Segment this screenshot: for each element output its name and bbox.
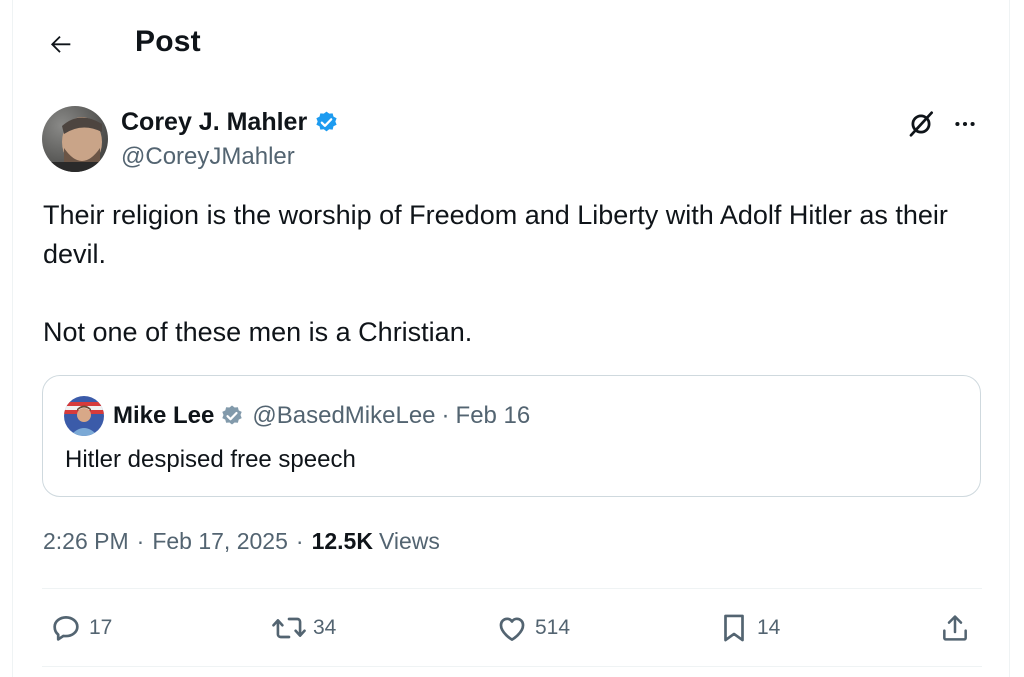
repost-count: 34 — [313, 616, 337, 639]
more-horizontal-icon — [955, 121, 975, 127]
reply-button[interactable]: 17 — [49, 608, 112, 648]
bookmark-icon — [724, 614, 744, 642]
post-time[interactable]: 2:26 PM — [43, 528, 129, 555]
divider — [42, 666, 982, 667]
post-meta: 2:26 PM · Feb 17, 2025 · 12.5K Views — [43, 528, 440, 555]
heart-icon — [499, 617, 525, 641]
back-button[interactable] — [43, 26, 79, 62]
post-text-paragraph: Not one of these men is a Christian. — [43, 317, 473, 347]
quoted-post-text: Hitler despised free speech — [65, 446, 356, 473]
separator-dot: · — [295, 528, 304, 554]
views-label: Views — [378, 528, 440, 554]
quoted-author-handle: @BasedMikeLee — [252, 402, 436, 429]
separator-dot: · — [441, 402, 450, 429]
author-name-text: Corey J. Mahler — [121, 108, 308, 136]
share-icon — [943, 615, 967, 641]
bookmark-count: 14 — [757, 616, 781, 639]
like-button[interactable]: 514 — [495, 608, 570, 648]
divider — [42, 588, 982, 589]
author-handle[interactable]: @CoreyJMahler — [121, 143, 295, 171]
reply-count: 17 — [89, 616, 113, 639]
verified-badge-icon — [314, 110, 339, 135]
separator-dot: · — [136, 528, 145, 554]
like-count: 514 — [535, 616, 571, 639]
arrow-left-icon — [50, 35, 71, 53]
page-title: Post — [135, 25, 201, 58]
bookmark-button[interactable]: 14 — [717, 608, 780, 648]
post-text-paragraph: Their religion is the worship of Freedom… — [43, 200, 948, 269]
reply-icon — [53, 616, 79, 641]
repost-button[interactable]: 34 — [271, 608, 336, 648]
grok-icon — [909, 111, 933, 137]
post-text: Their religion is the worship of Freedom… — [43, 196, 983, 352]
grok-button[interactable] — [903, 106, 939, 142]
verified-badge-gray-icon — [220, 404, 244, 428]
page-header: Post — [13, 0, 1009, 88]
quoted-post-date: Feb 16 — [455, 402, 531, 429]
repost-icon — [272, 617, 306, 639]
author-name[interactable]: Corey J. Mahler — [121, 108, 339, 137]
quoted-post-header: Mike Lee @BasedMikeLee · Feb 16 — [113, 402, 530, 430]
quoted-post-card[interactable]: Mike Lee @BasedMikeLee · Feb 16 Hitler d… — [42, 375, 981, 497]
views-count: 12.5K — [311, 528, 373, 554]
quoted-author-avatar — [64, 396, 104, 436]
share-button[interactable] — [939, 608, 971, 648]
author-avatar[interactable] — [42, 106, 108, 172]
more-options-button[interactable] — [947, 106, 983, 142]
quoted-author-name: Mike Lee — [113, 402, 215, 429]
post-date[interactable]: Feb 17, 2025 — [152, 528, 288, 555]
post-detail-column: Post Corey J. Mahler @CoreyJMahler Their… — [12, 0, 1010, 677]
